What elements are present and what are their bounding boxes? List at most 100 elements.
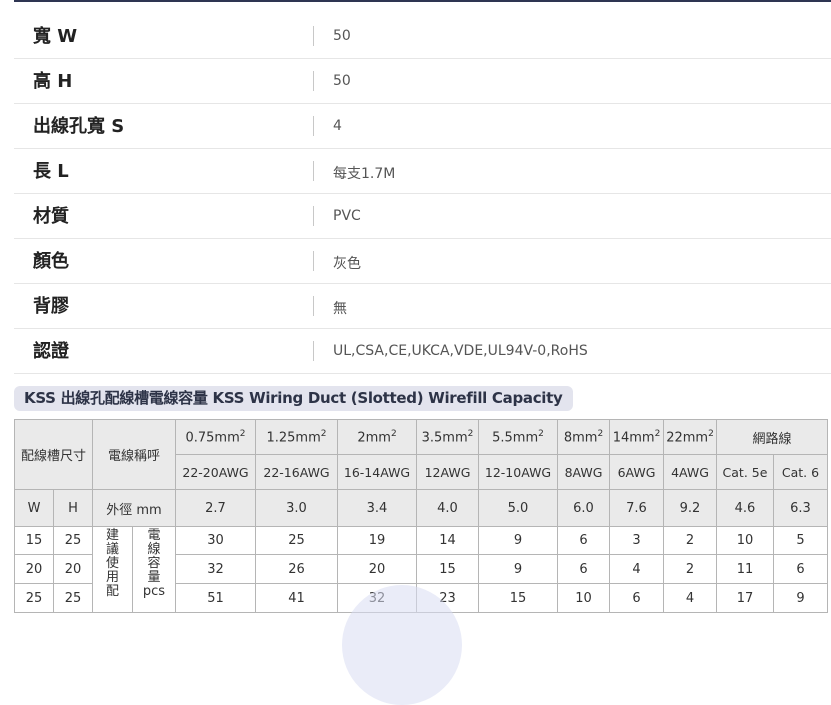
- value-cell: 23: [416, 583, 479, 613]
- value-cell: 6: [557, 526, 610, 555]
- od-cell: 3.0: [255, 489, 338, 527]
- value-cell: 11: [716, 554, 774, 584]
- spec-label: 出線孔寬 S: [33, 116, 125, 137]
- divider: [313, 116, 314, 136]
- size-cell: 2mm2: [337, 419, 417, 455]
- value-cell: 17: [716, 583, 774, 613]
- awg-cell: Cat. 5e: [716, 454, 774, 490]
- duct-size-header: 配線槽尺寸: [14, 419, 93, 490]
- size-cell: 5.5mm2: [478, 419, 558, 455]
- value-cell: 4: [663, 583, 717, 613]
- h-cell: 20: [53, 554, 93, 584]
- w-cell: 25: [14, 583, 54, 613]
- h-header: H: [53, 489, 93, 527]
- h-cell: 25: [53, 583, 93, 613]
- value-cell: 5: [773, 526, 828, 555]
- header-row-od: W H 外徑 mm 2.7 3.0 3.4 4.0 5.0 6.0 7.6 9.…: [14, 489, 828, 527]
- od-header: 外徑 mm: [92, 489, 176, 527]
- value-cell: 30: [175, 526, 256, 555]
- od-cell: 4.6: [716, 489, 774, 527]
- awg-cell: 16-14AWG: [337, 454, 417, 490]
- value-cell: 9: [478, 554, 558, 584]
- awg-cell: 22-16AWG: [255, 454, 338, 490]
- value-cell: 10: [557, 583, 610, 613]
- value-cell: 9: [773, 583, 828, 613]
- value-cell: 3: [609, 526, 664, 555]
- value-cell: 6: [773, 554, 828, 584]
- spec-value: UL,CSA,CE,UKCA,VDE,UL94V-0,RoHS: [333, 343, 588, 359]
- awg-cell: 12-10AWG: [478, 454, 558, 490]
- spec-value: 4: [333, 118, 342, 134]
- capacity-heading: KSS 出線孔配線槽電線容量 KSS Wiring Duct (Slotted)…: [14, 386, 573, 411]
- spec-label: 高 H: [33, 71, 73, 92]
- wire-capacity-label: 電線容量 pcs: [132, 526, 176, 613]
- value-cell: 14: [416, 526, 479, 555]
- network-cable-header: 網路線: [716, 419, 828, 455]
- divider: [313, 161, 314, 181]
- awg-cell: 8AWG: [557, 454, 610, 490]
- size-cell: 3.5mm2: [416, 419, 479, 455]
- od-cell: 7.6: [609, 489, 664, 527]
- od-cell: 3.4: [337, 489, 417, 527]
- value-cell: 51: [175, 583, 256, 613]
- suggested-use-label: 建議使用配: [92, 526, 133, 613]
- w-cell: 15: [14, 526, 54, 555]
- spec-table: 寬 W 50 高 H 50 出線孔寬 S 4 長 L 每支1.7M 材質 PVC…: [14, 14, 831, 374]
- divider: [313, 71, 314, 91]
- spec-row-slot-width: 出線孔寬 S 4: [14, 104, 831, 149]
- spec-row-height: 高 H 50: [14, 59, 831, 104]
- value-cell: 25: [255, 526, 338, 555]
- spec-value: 無: [333, 301, 347, 317]
- spec-label: 顏色: [33, 251, 69, 272]
- size-cell: 1.25mm2: [255, 419, 338, 455]
- spec-label: 認證: [33, 341, 69, 362]
- spec-label: 寬 W: [33, 26, 78, 47]
- table-row: 15 25 建議使用配 電線容量 pcs 30 25 19 14 9 6 3 2 …: [14, 526, 828, 613]
- wire-name-header: 電線稱呼: [92, 419, 176, 490]
- w-header: W: [14, 489, 54, 527]
- od-cell: 6.3: [773, 489, 828, 527]
- size-cell: 14mm2: [609, 419, 664, 455]
- value-cell: 32: [337, 583, 417, 613]
- spec-row-length: 長 L 每支1.7M: [14, 149, 831, 194]
- od-cell: 9.2: [663, 489, 717, 527]
- value-cell: 15: [478, 583, 558, 613]
- spec-row-adhesive: 背膠 無: [14, 284, 831, 329]
- awg-cell: 6AWG: [609, 454, 664, 490]
- value-cell: 4: [609, 554, 664, 584]
- value-cell: 6: [557, 554, 610, 584]
- value-cell: 6: [609, 583, 664, 613]
- w-cell: 20: [14, 554, 54, 584]
- divider: [313, 296, 314, 316]
- value-cell: 20: [337, 554, 417, 584]
- spec-row-certification: 認證 UL,CSA,CE,UKCA,VDE,UL94V-0,RoHS: [14, 329, 831, 374]
- spec-value: PVC: [333, 208, 361, 224]
- awg-cell: 4AWG: [663, 454, 717, 490]
- value-cell: 9: [478, 526, 558, 555]
- value-cell: 26: [255, 554, 338, 584]
- od-cell: 6.0: [557, 489, 610, 527]
- awg-cell: 12AWG: [416, 454, 479, 490]
- spec-value: 50: [333, 73, 351, 89]
- value-cell: 19: [337, 526, 417, 555]
- spec-label: 長 L: [33, 161, 69, 182]
- spec-value: 每支1.7M: [333, 166, 396, 182]
- spec-label: 背膠: [33, 296, 69, 317]
- divider: [313, 206, 314, 226]
- spec-row-width: 寬 W 50: [14, 14, 831, 59]
- od-cell: 4.0: [416, 489, 479, 527]
- spec-value: 灰色: [333, 256, 361, 272]
- value-cell: 15: [416, 554, 479, 584]
- spec-row-color: 顏色 灰色: [14, 239, 831, 284]
- spec-row-material: 材質 PVC: [14, 194, 831, 239]
- value-cell: 2: [663, 554, 717, 584]
- divider: [313, 341, 314, 361]
- capacity-table: 配線槽尺寸 電線稱呼 0.75mm2 1.25mm2 2mm2 3.5mm2 5…: [14, 419, 828, 613]
- size-cell: 0.75mm2: [175, 419, 256, 455]
- value-cell: 10: [716, 526, 774, 555]
- divider: [313, 26, 314, 46]
- value-cell: 2: [663, 526, 717, 555]
- od-cell: 5.0: [478, 489, 558, 527]
- spec-value: 50: [333, 28, 351, 44]
- divider: [313, 251, 314, 271]
